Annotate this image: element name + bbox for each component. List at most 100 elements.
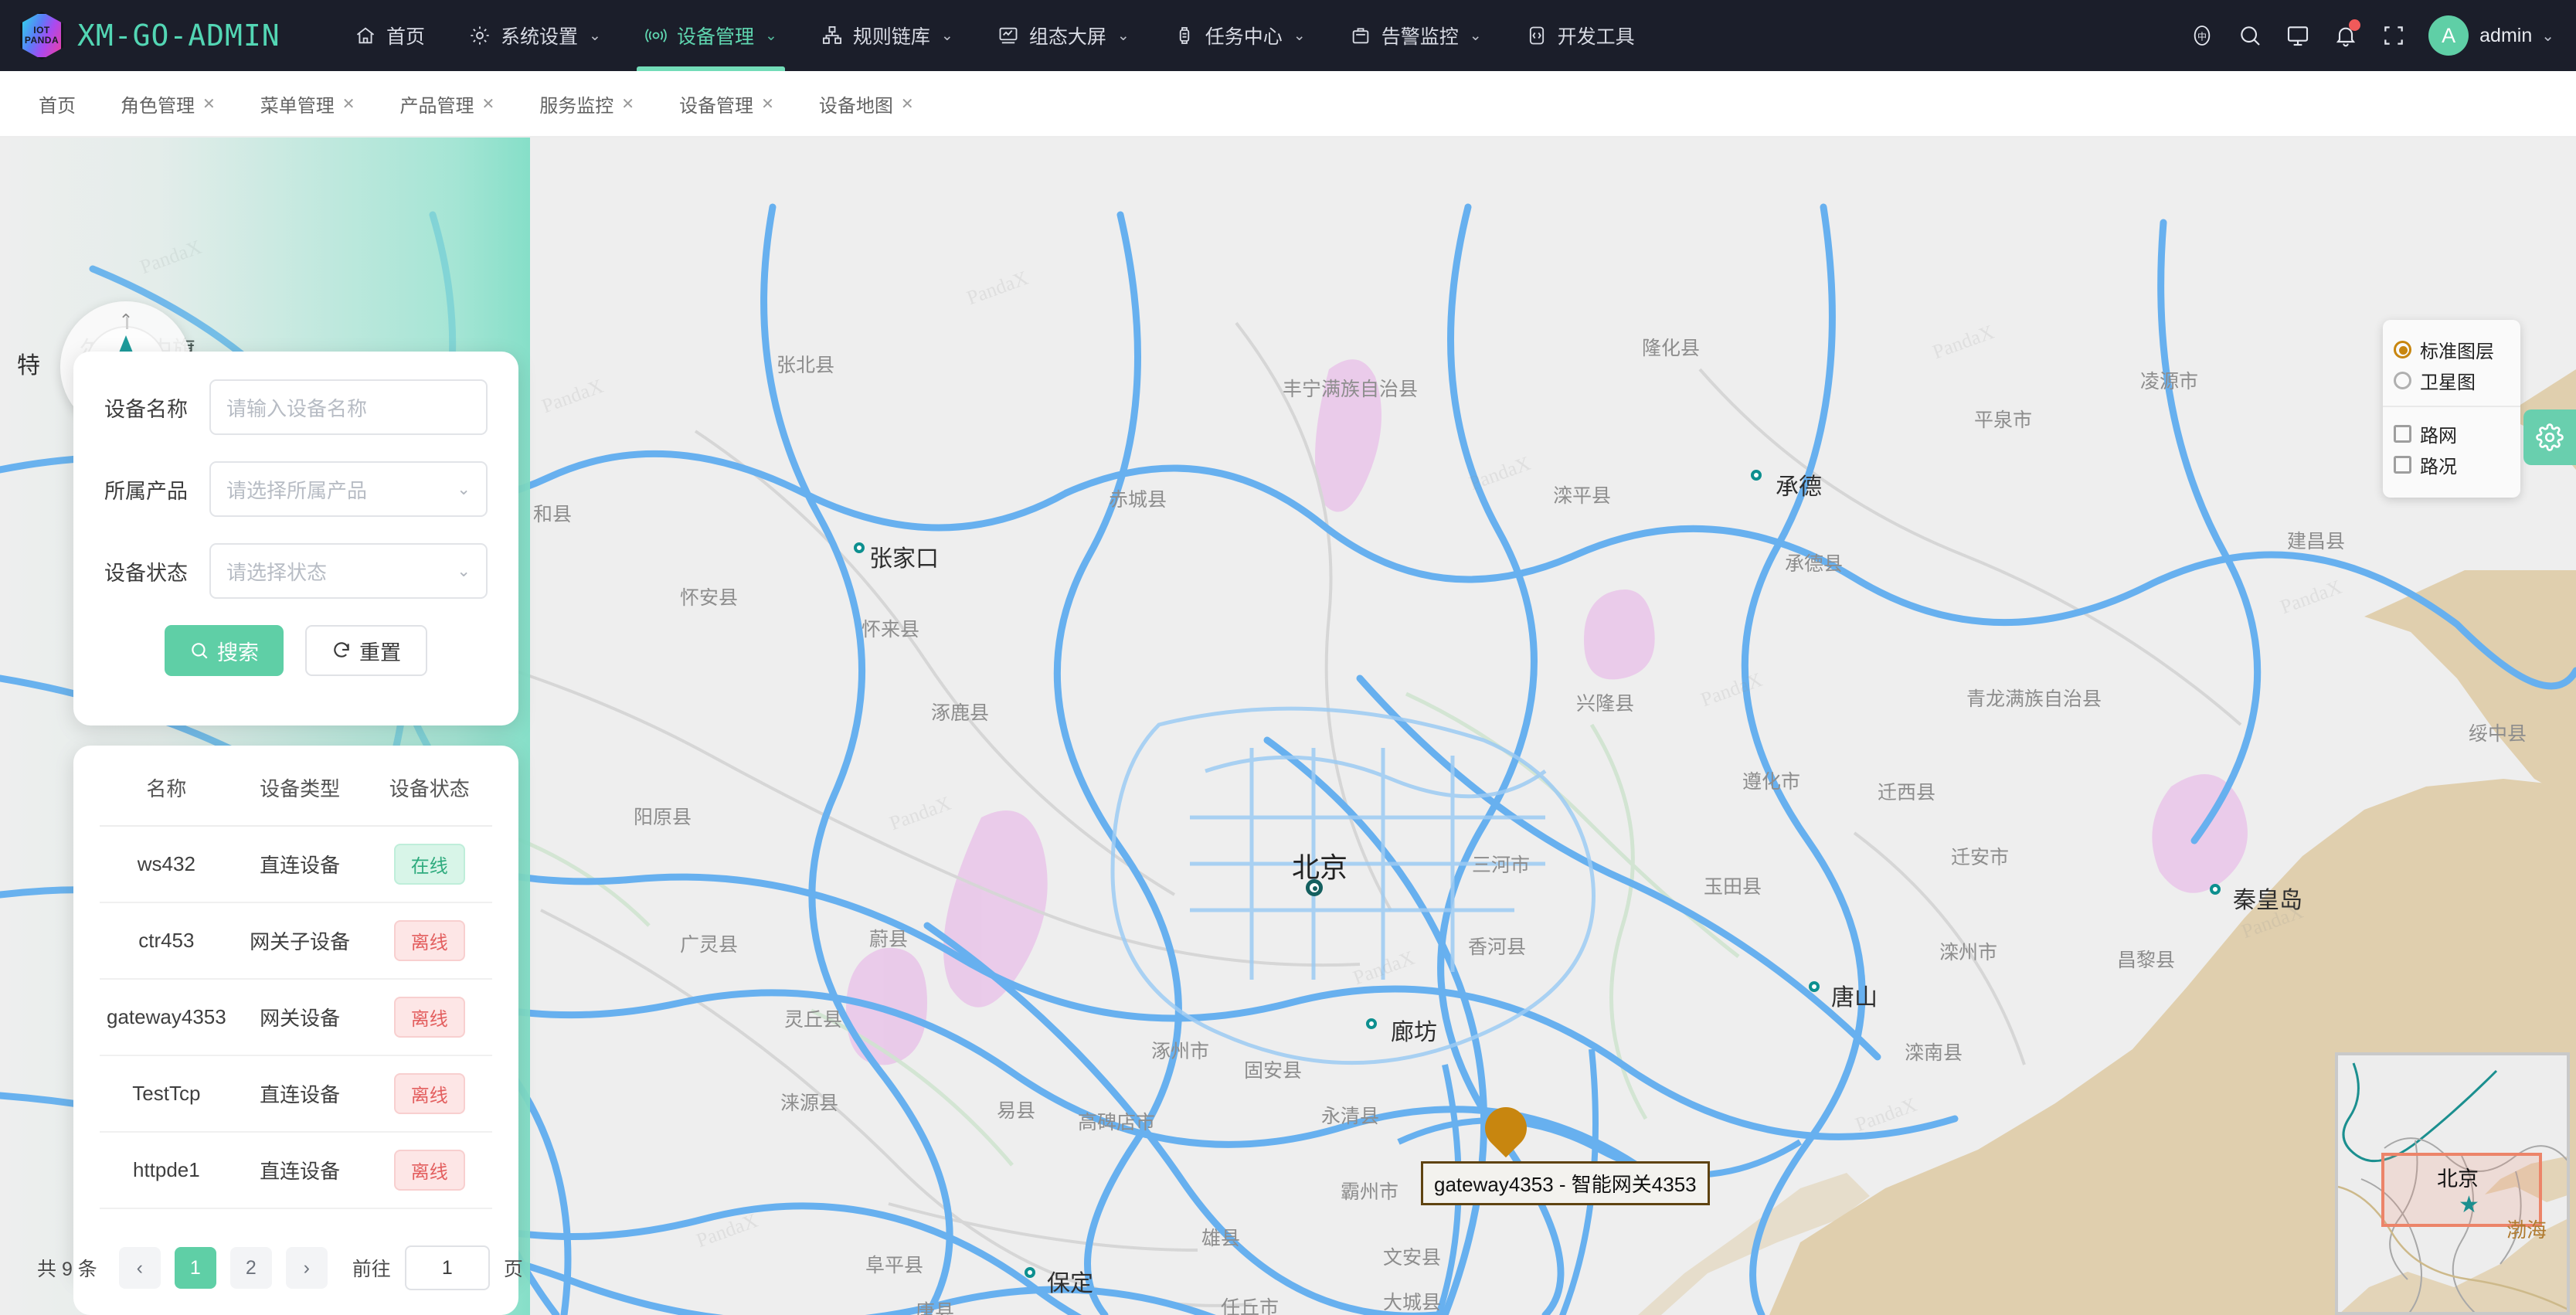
tab-label: 菜单管理	[260, 95, 335, 117]
bell-icon[interactable]	[2322, 12, 2370, 59]
chevron-down-icon[interactable]: ⌄	[941, 27, 953, 45]
tab-6[interactable]: 设备管理 ✕	[679, 90, 774, 117]
chevron-down-icon[interactable]: ⌄	[1293, 27, 1306, 45]
map-place-label: 玉田县	[1704, 876, 1762, 898]
screen-icon[interactable]	[2274, 12, 2322, 59]
nav-item-1[interactable]: 首页	[332, 0, 447, 71]
chevron-down-icon[interactable]: ⌄	[1470, 27, 1482, 45]
tab-7[interactable]: 设备地图 ✕	[819, 90, 914, 117]
city-dot-beijing	[1306, 879, 1323, 896]
radio-icon[interactable]	[2394, 341, 2411, 358]
tab-4[interactable]: 产品管理 ✕	[400, 90, 495, 117]
nav-item-8[interactable]: 开发工具	[1504, 0, 1657, 71]
map-place-label: 灵丘县	[784, 1009, 843, 1031]
pagination-page-1[interactable]: 1	[174, 1247, 216, 1289]
map-place-label: 唐山	[1831, 985, 1878, 1011]
nav-item-4[interactable]: 规则链库 ⌄	[799, 0, 975, 71]
tab-5[interactable]: 服务监控 ✕	[539, 90, 634, 117]
chevron-down-icon[interactable]: ⌄	[457, 562, 471, 581]
map-place-label: 蔚县	[869, 929, 909, 950]
nav-item-5[interactable]: 组态大屏 ⌄	[975, 0, 1151, 71]
language-icon[interactable]: 中	[2178, 12, 2226, 59]
cell-device-status: 离线	[366, 902, 492, 980]
map-place-label: 迁西县	[1878, 782, 1936, 804]
layer-option-label: 路网	[2420, 426, 2457, 447]
avatar[interactable]: A	[2428, 15, 2469, 56]
select-field-3[interactable]: 请选择状态 ⌄	[209, 543, 488, 599]
chevron-down-icon[interactable]: ⌄	[589, 27, 601, 45]
checkbox-icon[interactable]	[2394, 456, 2411, 474]
reset-button[interactable]: 重置	[305, 625, 427, 676]
user-chevron-down-icon[interactable]: ⌄	[2541, 26, 2554, 46]
nav-item-2[interactable]: 系统设置 ⌄	[447, 0, 623, 71]
table-row[interactable]: ctr453 网关子设备 离线	[100, 902, 492, 980]
fullscreen-icon[interactable]	[2370, 12, 2418, 59]
map-place-label: 涿州市	[1151, 1041, 1210, 1062]
input-field-1[interactable]: 请输入设备名称	[209, 379, 488, 435]
field-label: 所属产品	[104, 479, 188, 503]
close-icon[interactable]: ✕	[761, 94, 774, 114]
table-row[interactable]: httpde1 直连设备 离线	[100, 1132, 492, 1209]
pagination-page-2[interactable]: 2	[229, 1247, 272, 1289]
username-label[interactable]: admin	[2479, 25, 2532, 47]
layer-radio-option[interactable]: 标准图层	[2394, 336, 2510, 363]
close-icon[interactable]: ✕	[202, 94, 216, 114]
map-place-label: 丰宁满族自治县	[1283, 379, 1419, 400]
nav-item-7[interactable]: 告警监控 ⌄	[1327, 0, 1504, 71]
search-icon[interactable]	[2226, 12, 2274, 59]
tab-1[interactable]: 首页	[39, 90, 76, 117]
chevron-down-icon[interactable]: ⌄	[457, 480, 471, 499]
field-placeholder: 请选择状态	[226, 560, 328, 584]
nav-item-6[interactable]: 任务中心 ⌄	[1151, 0, 1327, 71]
nav-item-3[interactable]: 设备管理 ⌄	[623, 0, 799, 71]
pagination-next-button[interactable]: ›	[285, 1247, 328, 1289]
map-place-label: 唐县	[916, 1301, 955, 1315]
map-overview-minimap[interactable]: 北京 ★ 渤海	[2335, 1052, 2570, 1315]
tab-2[interactable]: 角色管理 ✕	[121, 90, 216, 117]
table-row[interactable]: ws432 直连设备 在线	[100, 826, 492, 903]
select-field-2[interactable]: 请选择所属产品 ⌄	[209, 461, 488, 517]
cell-device-status: 离线	[366, 979, 492, 1056]
layer-checkbox-option[interactable]: 路网	[2394, 420, 2510, 447]
table-header-cell: 设备类型	[233, 746, 367, 827]
search-field-row: 所属产品 请选择所属产品 ⌄	[104, 461, 488, 517]
map-place-label: 固安县	[1244, 1060, 1303, 1082]
search-button-row: 搜索 重置	[104, 625, 488, 676]
close-icon[interactable]: ✕	[901, 94, 914, 114]
map-place-label: 阳原县	[634, 807, 692, 828]
map-settings-gear-button[interactable]	[2523, 409, 2576, 465]
search-button[interactable]: 搜索	[165, 625, 284, 676]
refresh-icon	[334, 642, 349, 658]
pagination-prev-button[interactable]: ‹	[118, 1247, 161, 1289]
checkbox-icon[interactable]	[2394, 425, 2411, 443]
logo-area[interactable]: IOT PANDA XM-GO-ADMIN	[0, 12, 332, 59]
table-row[interactable]: TestTcp 直连设备 离线	[100, 1055, 492, 1133]
tab-label: 服务监控	[539, 95, 614, 117]
pagination-pages: 12	[174, 1247, 272, 1289]
layer-checkbox-option[interactable]: 路况	[2394, 451, 2510, 478]
device-map-marker[interactable]: gateway4353 - 智能网关4353	[1421, 1098, 1710, 1205]
status-badge: 在线	[393, 844, 465, 885]
table-row[interactable]: gateway4353 网关设备 离线	[100, 979, 492, 1056]
close-icon[interactable]: ✕	[482, 94, 495, 114]
map-place-label: 滦南县	[1905, 1042, 1963, 1064]
chevron-down-icon[interactable]: ⌄	[765, 27, 777, 45]
signal-icon	[644, 24, 668, 47]
cell-device-type: 网关子设备	[233, 902, 367, 980]
tab-3[interactable]: 菜单管理 ✕	[260, 90, 355, 117]
cell-device-status: 离线	[366, 1055, 492, 1133]
pagination-jump-input[interactable]: 1	[404, 1245, 490, 1290]
map-place-label: 建昌县	[2287, 531, 2346, 552]
close-icon[interactable]: ✕	[621, 94, 634, 114]
layer-radio-option[interactable]: 卫星图	[2394, 367, 2510, 394]
chevron-down-icon[interactable]: ⌄	[1117, 27, 1130, 45]
status-badge: 离线	[393, 997, 465, 1038]
tab-label: 产品管理	[399, 95, 474, 117]
radio-icon[interactable]	[2394, 372, 2411, 389]
sitemap-icon	[821, 24, 844, 47]
map-place-label: 怀安县	[680, 587, 739, 609]
close-icon[interactable]: ✕	[342, 94, 355, 114]
map-place-label: 遵化市	[1742, 771, 1801, 793]
cell-device-type: 直连设备	[233, 1132, 367, 1209]
map-layer-control[interactable]: 标准图层卫星图 路网路况	[2383, 320, 2520, 498]
